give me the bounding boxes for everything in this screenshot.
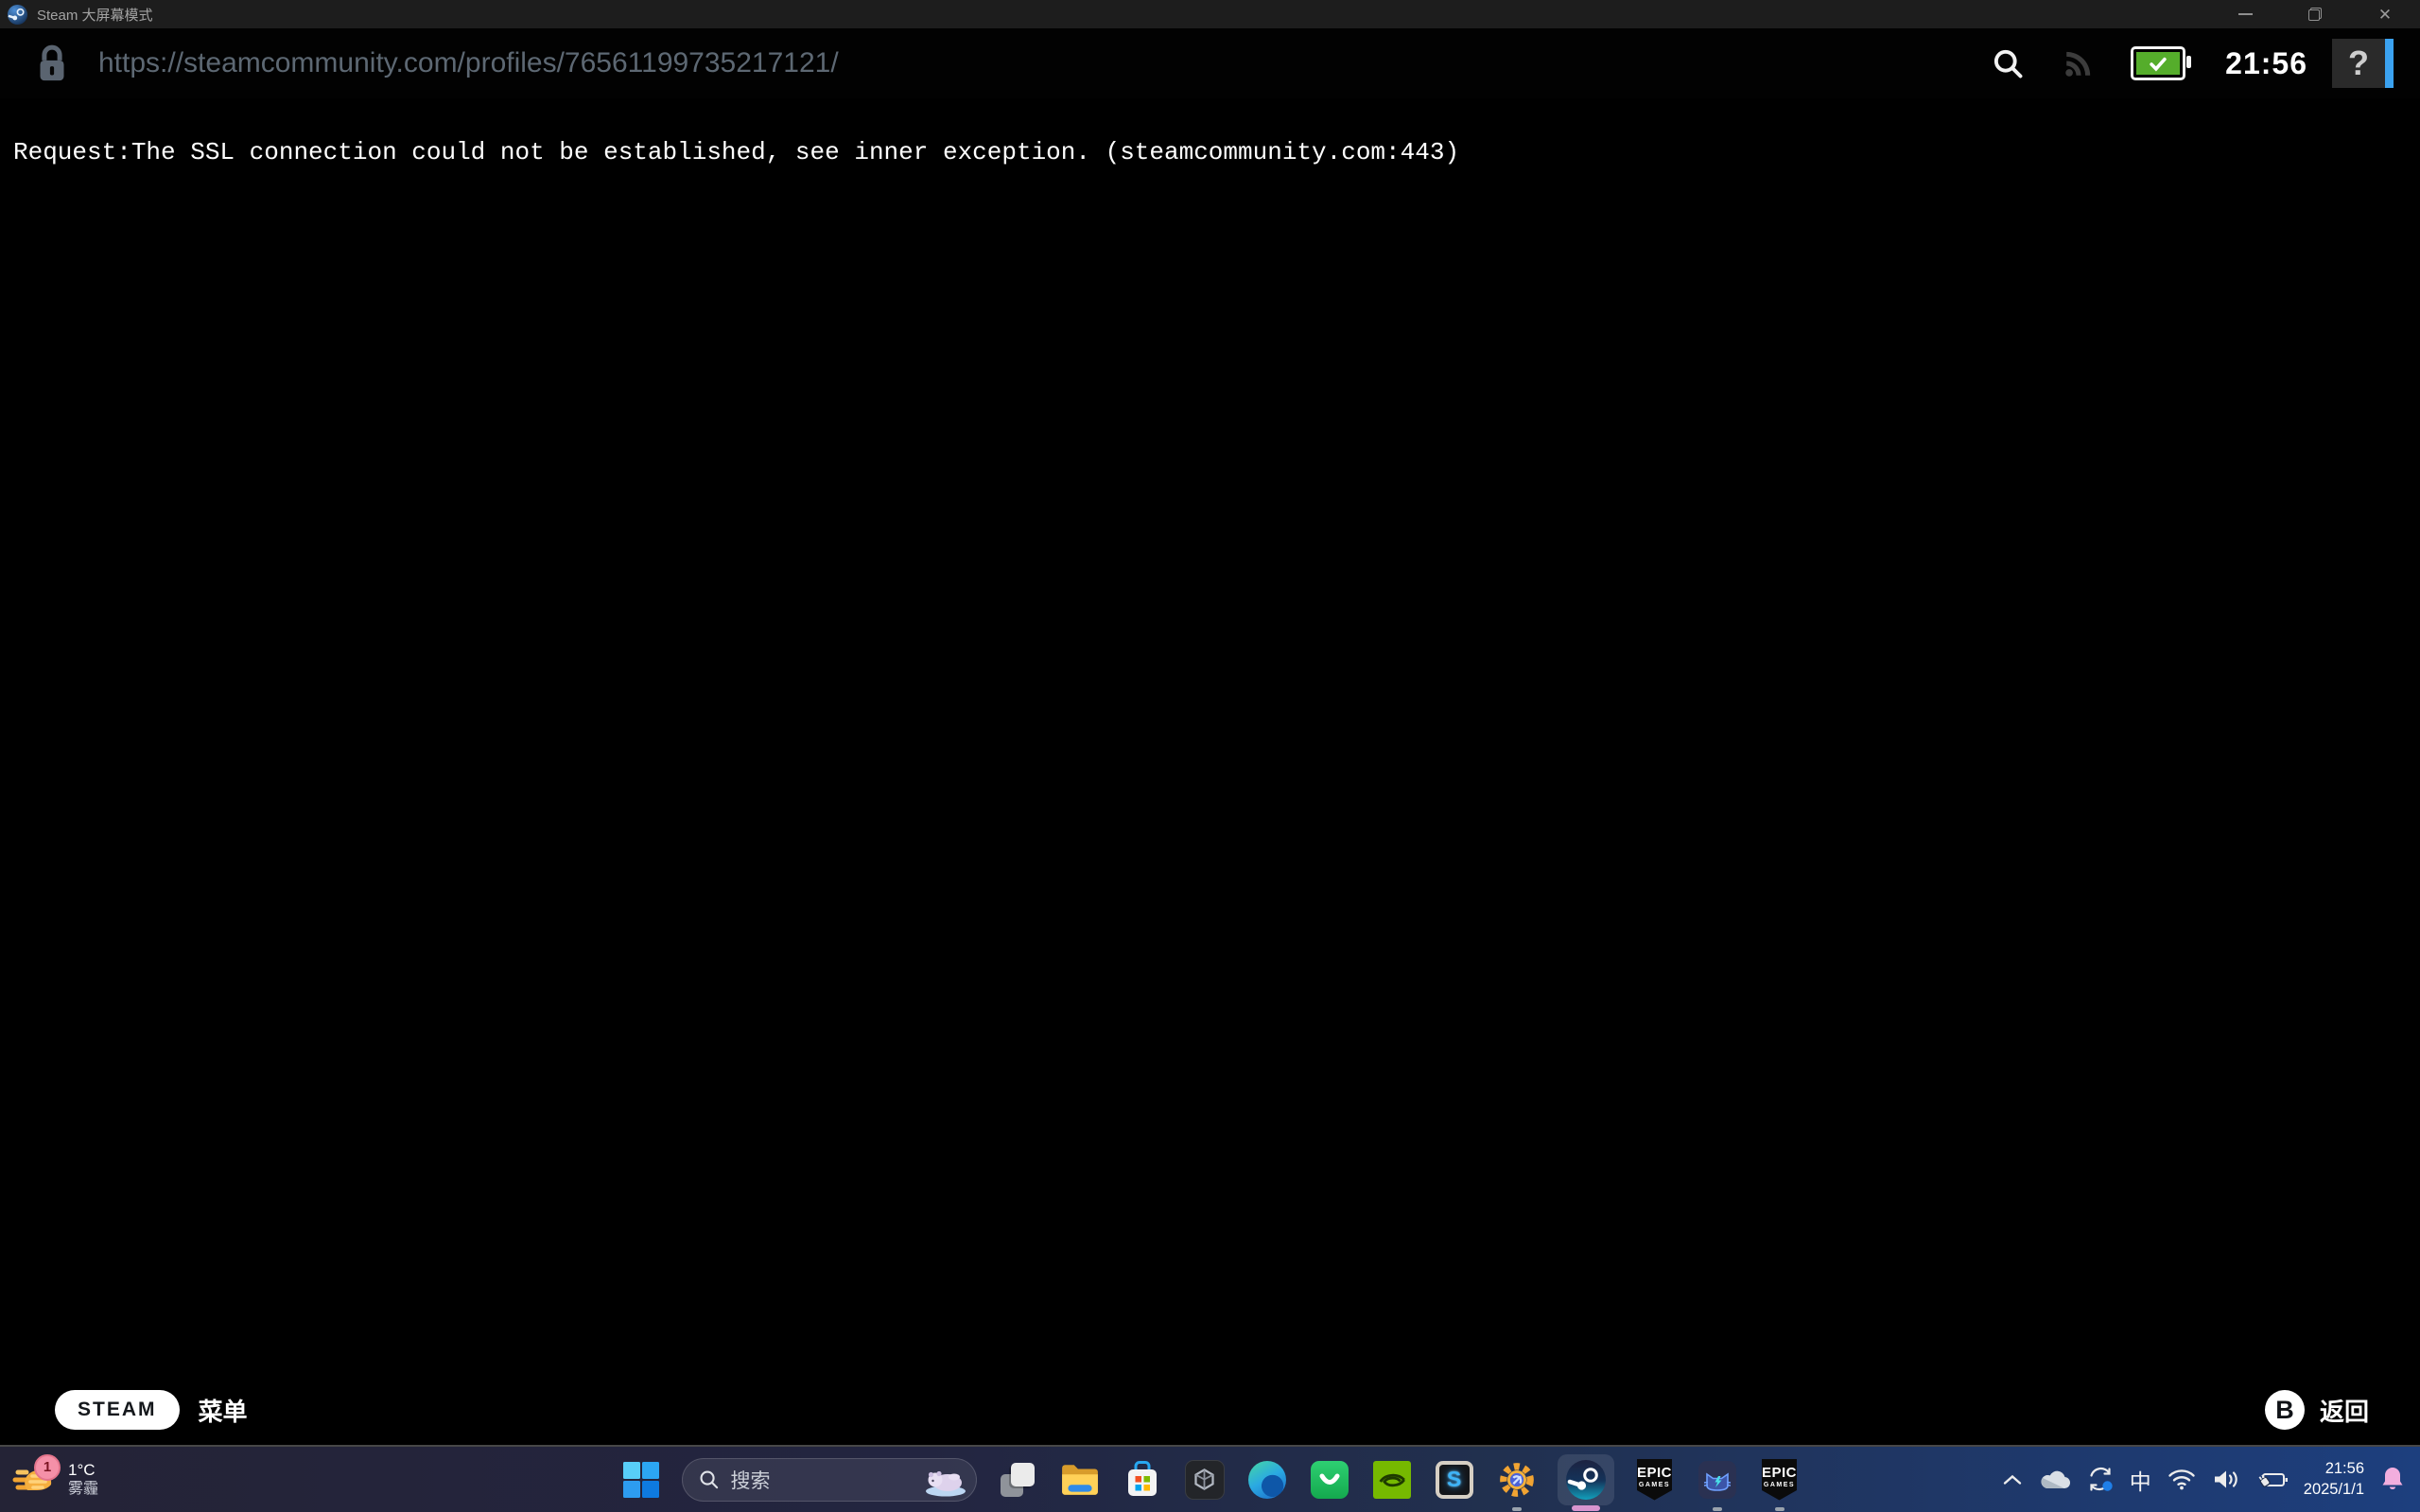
menu-button-hint[interactable]: STEAM 菜单 [55,1390,248,1430]
green-store-app-icon[interactable] [1308,1458,1351,1502]
search-placeholder: 搜索 [731,1466,923,1494]
back-label: 返回 [2320,1393,2369,1428]
urlbar-right-controls: 21:56 ? [1991,39,2420,88]
help-label: ? [2348,43,2369,83]
file-explorer-icon[interactable] [1058,1458,1102,1502]
start-button[interactable] [619,1458,663,1502]
restore-button[interactable] [2280,0,2350,28]
notification-bell-icon[interactable] [2380,1466,2405,1493]
epic-games-icon[interactable]: EPIC GAMES [1633,1458,1677,1502]
lock-icon [38,43,66,83]
minimize-button[interactable] [2210,0,2280,28]
watt-toolkit-cat-icon[interactable] [1696,1458,1739,1502]
taskbar-center: 搜索 [619,1447,1802,1512]
steam-icon [1566,1460,1606,1500]
haze-weather-icon: 1 [11,1458,59,1502]
volume-icon[interactable] [2212,1468,2240,1491]
taskbar: 1 1°C 雾霾 搜索 [0,1445,2420,1512]
titlebar: Steam 大屏幕模式 ✕ [0,0,2420,28]
microsoft-store-icon[interactable] [1121,1458,1164,1502]
tray-clock[interactable]: 21:56 2025/1/1 [2304,1459,2364,1500]
restore-icon [2308,8,2322,21]
running-indicator [1775,1507,1785,1511]
running-indicator [1713,1507,1722,1511]
epic-games-icon-2[interactable]: EPIC GAMES [1758,1458,1802,1502]
s-tool-app-icon[interactable]: S [1433,1458,1476,1502]
update-sync-icon[interactable] [2087,1467,2114,1492]
menu-label: 菜单 [199,1393,248,1428]
taskbar-search-box[interactable]: 搜索 [682,1458,977,1502]
weather-temperature: 1°C [68,1460,98,1480]
bpm-clock: 21:56 [2225,46,2307,81]
steam-taskbar-icon[interactable] [1558,1458,1614,1502]
ime-language-indicator[interactable]: 中 [2130,1464,2151,1496]
wifi-icon[interactable] [2168,1469,2196,1490]
steam-logo-icon [7,4,28,26]
onedrive-icon[interactable] [2039,1469,2071,1490]
error-message: Request:The SSL connection could not be … [13,138,1459,166]
back-button-hint[interactable]: B 返回 [2265,1390,2369,1430]
b-button[interactable]: B [2265,1390,2305,1430]
steam-button[interactable]: STEAM [55,1390,180,1430]
task-view-icon [1001,1463,1035,1497]
battery-indicator [2131,46,2185,80]
s-glyph: S [1447,1469,1461,1490]
system-tray: 中 21:56 [2002,1447,2405,1512]
tray-time: 21:56 [2325,1459,2364,1479]
tray-date: 2025/1/1 [2304,1480,2364,1500]
window-title: Steam 大屏幕模式 [37,5,153,25]
help-button[interactable]: ? [2332,39,2394,88]
game-box-launcher-icon[interactable] [1183,1458,1227,1502]
url-text[interactable]: https://steamcommunity.com/profiles/7656… [98,47,839,79]
search-icon[interactable] [1991,46,2025,80]
edge-browser-icon[interactable] [1245,1458,1289,1502]
active-indicator [1572,1505,1600,1511]
windows-logo-icon [622,1461,660,1499]
active-app-backplate [1558,1454,1614,1505]
minimize-icon [2238,13,2253,15]
close-button[interactable]: ✕ [2350,0,2420,28]
battery-charging-icon[interactable] [2256,1469,2288,1490]
broadcast-rss-icon[interactable] [2063,47,2095,79]
address-bar[interactable]: https://steamcommunity.com/profiles/7656… [0,28,2420,98]
battery-fill [2136,52,2180,75]
window-controls: ✕ [2210,0,2420,28]
close-icon: ✕ [2378,7,2392,23]
task-view-button[interactable] [996,1458,1039,1502]
gear-tool-app-icon[interactable] [1495,1458,1539,1502]
search-highlight-bear-image [923,1462,968,1498]
nvidia-geforce-icon[interactable] [1370,1458,1414,1502]
weather-condition: 雾霾 [68,1480,98,1499]
tray-chevron-up-icon[interactable] [2002,1473,2023,1486]
running-indicator [1512,1507,1522,1511]
weather-widget[interactable]: 1 1°C 雾霾 [11,1447,98,1512]
battery-nub [2186,56,2191,68]
weather-alert-badge: 1 [34,1454,61,1481]
search-icon [698,1469,720,1490]
